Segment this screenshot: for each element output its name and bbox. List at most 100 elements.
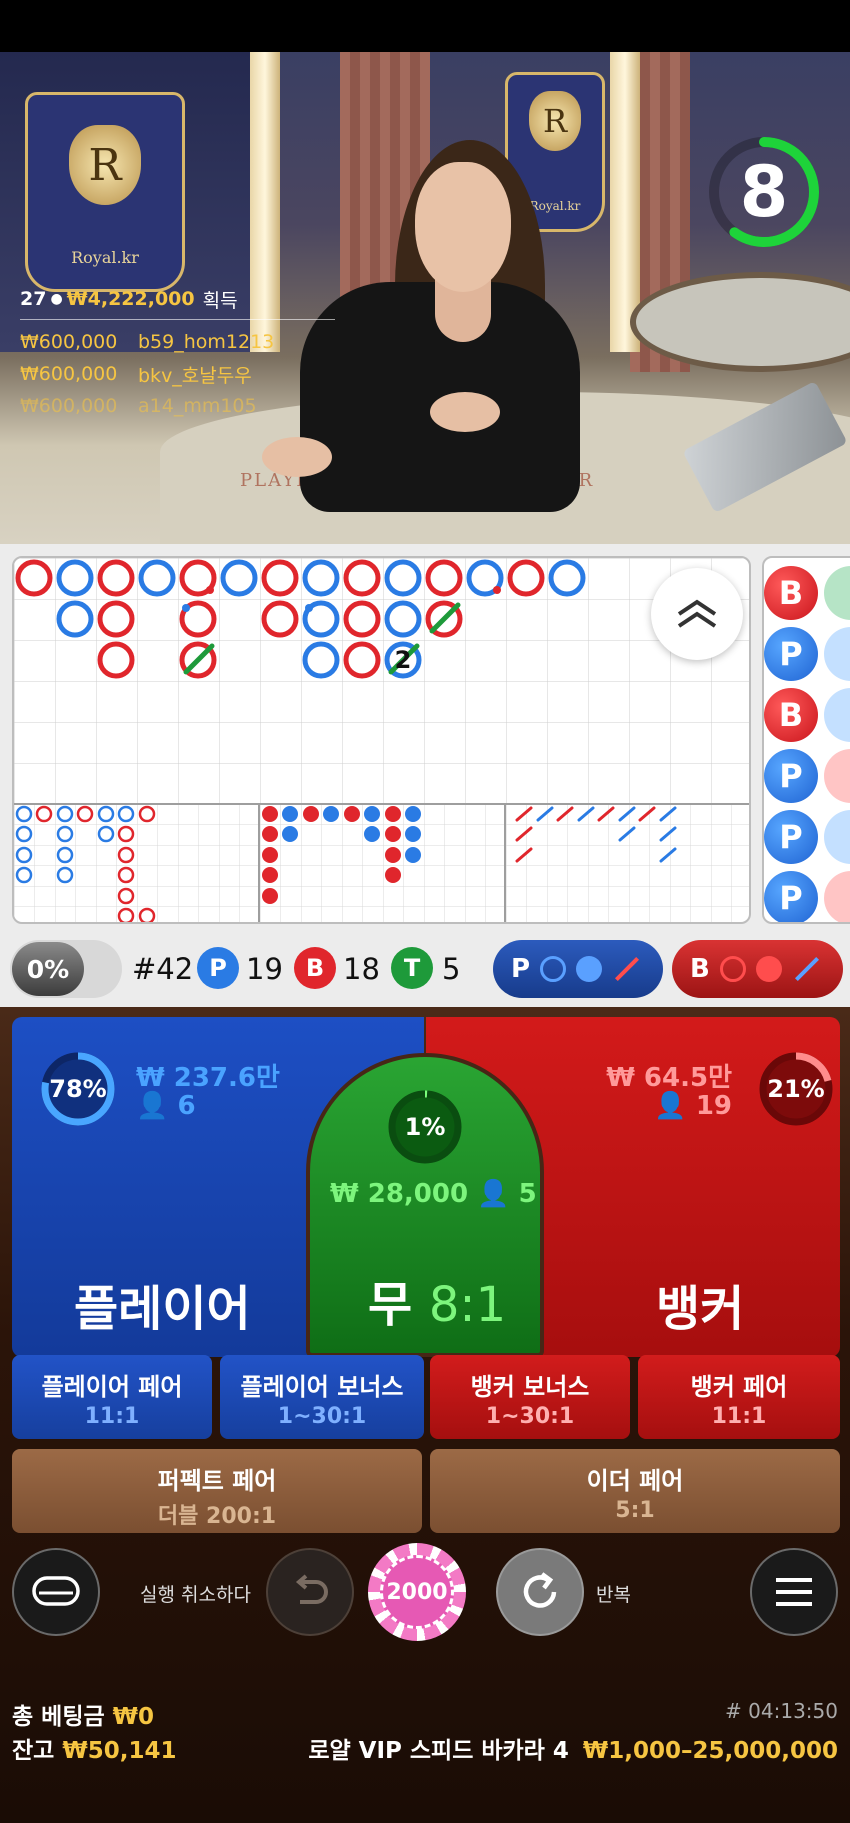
side-bet-payout: 더블 200:1 (157, 1504, 277, 1529)
total-bet: 총 베팅금 ₩0 (12, 1697, 154, 1731)
player-bet-amount: ₩ 237.6만 (136, 1063, 280, 1093)
player-bettors: 👤 6 (136, 1091, 196, 1121)
hollow-circle-icon (719, 956, 746, 982)
bead-banker: B (764, 566, 818, 620)
winner-row: ₩600,000 b59_hom1213 (20, 326, 335, 358)
total-bet-label: 총 베팅금 (12, 1704, 105, 1730)
banker-percent-ring: 21% (756, 1049, 836, 1129)
bead-ghost (824, 688, 850, 742)
repeat-label: 반복 (596, 1584, 631, 1606)
banker-bonus-button[interactable]: 뱅커 보너스 1~30:1 (430, 1355, 630, 1439)
bead-player: P (764, 749, 818, 803)
bet-limits: ₩1,000–25,000,000 (582, 1738, 838, 1764)
big-road-marker: 2 (395, 646, 412, 674)
bead-ghost (824, 627, 850, 681)
side-bet-label: 플레이어 보너스 (240, 1373, 404, 1401)
bead-road[interactable]: B P B P P P (762, 556, 850, 924)
bead-player: P (764, 627, 818, 681)
betting-area: 78% ₩ 237.6만 👤 6 플레이어 21% ₩ 64.5만 👤 19 뱅… (0, 1007, 850, 1823)
table-view-button[interactable] (12, 1548, 100, 1636)
winner-row: ₩600,000 a14_mm105 (20, 390, 335, 422)
repeat-icon (523, 1572, 557, 1608)
table-icon (32, 1576, 80, 1606)
winner-amount: ₩600,000 (20, 395, 118, 417)
slash-icon (615, 956, 640, 982)
timer-value: 8 (739, 151, 789, 233)
banker-ask-button[interactable]: B (672, 940, 843, 998)
winner-name: b59_hom1213 (138, 331, 275, 353)
stats-bar: 0% #42 P 19 B 18 T 5 P B (0, 932, 850, 1007)
winners-header: 27 ● ₩4,222,000 획득 (20, 283, 335, 315)
balance-value: ₩50,141 (62, 1738, 177, 1764)
repeat-button[interactable] (496, 1548, 584, 1636)
winner-row: ₩600,000 bkv_호날두우 (20, 358, 335, 390)
roadmap-panel: 2 B P B P P P (0, 544, 850, 932)
chevron-double-up-icon (677, 599, 717, 628)
divider (20, 319, 335, 320)
player-ask-button[interactable]: P (493, 940, 663, 998)
side-bet-label: 플레이어 페어 (41, 1373, 183, 1401)
bead-banker: B (764, 688, 818, 742)
tie-label: 무 8:1 (368, 1265, 506, 1335)
bead-ghost (824, 566, 850, 620)
undo-button[interactable] (266, 1548, 354, 1636)
hamburger-icon (776, 1578, 812, 1606)
side-bet-label: 뱅커 페어 (690, 1373, 788, 1401)
banker-bettors: 👤 19 (654, 1091, 732, 1121)
chip-selector[interactable]: 2000 (368, 1543, 466, 1641)
side-bet-label: 이더 페어 (586, 1467, 684, 1495)
crest-icon: R (529, 91, 581, 151)
menu-button[interactable] (750, 1548, 838, 1636)
bead-player: P (764, 871, 818, 922)
banker-chip: B (294, 947, 336, 989)
winner-name: bkv_호날두우 (138, 364, 252, 387)
tie-percent-ring: 1% (385, 1087, 465, 1167)
winners-panel: 27 ● ₩4,222,000 획득 ₩600,000 b59_hom1213 … (20, 283, 335, 422)
crest-icon: R (69, 125, 141, 205)
dealer-hand (262, 437, 332, 477)
scoreboard[interactable]: 2 (12, 556, 751, 924)
undo-icon (295, 1574, 328, 1604)
brand-label: Royal.kr (71, 248, 139, 267)
banker-pair-button[interactable]: 뱅커 페어 11:1 (638, 1355, 840, 1439)
round-number: #42 (132, 952, 194, 986)
side-bet-payout: 11:1 (84, 1404, 140, 1429)
bead-ghost (824, 749, 850, 803)
collapse-roadmap-button[interactable] (651, 568, 743, 660)
side-bet-payout: 1~30:1 (485, 1404, 575, 1429)
side-bet-payout: 11:1 (711, 1404, 767, 1429)
tie-percent: 1% (404, 1113, 446, 1141)
percent-value: 0% (12, 942, 84, 996)
tie-bettors: ₩ 28,000 👤 5 (330, 1179, 537, 1209)
either-pair-button[interactable]: 이더 페어 5:1 (430, 1449, 840, 1533)
user-icon: ● (50, 291, 63, 307)
tie-count: 5 (442, 952, 461, 986)
percent-toggle[interactable]: 0% (10, 940, 122, 998)
tie-bet-amount: ₩ 28,000 (330, 1179, 469, 1209)
banker-user-count: 19 (695, 1091, 732, 1121)
player-chip: P (197, 947, 239, 989)
banker-ask-label: B (690, 954, 710, 984)
baccarat-screen: R Royal.kr R Royal.kr PLAYER BANKER 8 27 (0, 0, 850, 1823)
side-bet-label: 퍼펙트 페어 (157, 1467, 277, 1495)
player-ask-label: P (511, 954, 531, 984)
winner-name: a14_mm105 (138, 395, 257, 417)
perfect-pair-button[interactable]: 퍼펙트 페어 더블 200:1 (12, 1449, 422, 1533)
player-percent: 78% (49, 1075, 107, 1103)
tie-user-count: 5 (518, 1179, 537, 1209)
player-user-count: 6 (177, 1091, 196, 1121)
countdown-timer: 8 (704, 132, 824, 252)
player-pair-button[interactable]: 플레이어 페어 11:1 (12, 1355, 212, 1439)
winner-amount: ₩600,000 (20, 331, 118, 353)
undo-label: 실행 취소하다 (140, 1584, 251, 1606)
player-bonus-button[interactable]: 플레이어 보너스 1~30:1 (220, 1355, 424, 1439)
user-icon: 👤 (654, 1091, 687, 1121)
bead-ghost (824, 810, 850, 864)
dealer-hand (430, 392, 500, 432)
bead-ghost (824, 871, 850, 922)
selected-chip: 2000 (380, 1555, 454, 1629)
banker-count: 18 (343, 952, 380, 986)
tie-bet-zone[interactable]: 1% ₩ 28,000 👤 5 무 8:1 (306, 1053, 544, 1357)
balance: 잔고 ₩50,141 (12, 1731, 176, 1765)
banker-bet-amount: ₩ 64.5만 (606, 1063, 732, 1093)
